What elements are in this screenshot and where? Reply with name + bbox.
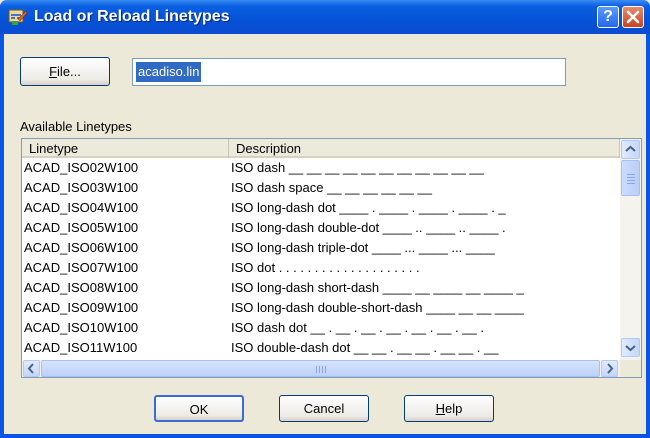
column-header-description[interactable]: Description: [229, 139, 620, 158]
list-header: Linetype Description: [22, 139, 620, 158]
list-item[interactable]: ACAD_ISO08W100 ISO long-dash short-dash _…: [22, 278, 620, 298]
list-rows: ACAD_ISO02W100 ISO dash __ __ __ __ __ __…: [22, 158, 620, 358]
chevron-left-icon: [27, 363, 34, 374]
filename-input[interactable]: acadiso.lin: [132, 58, 566, 86]
linetype-name: ACAD_ISO06W100: [24, 240, 139, 255]
close-button[interactable]: [622, 6, 644, 28]
linetype-description: ISO dash __ __ __ __ __ __ __ __ __ __ _…: [231, 160, 484, 175]
scroll-down-button[interactable]: [621, 338, 640, 357]
file-button-label: ile...: [57, 64, 81, 79]
list-item[interactable]: ACAD_ISO05W100 ISO long-dash double-dot _…: [22, 218, 620, 238]
list-item[interactable]: ACAD_ISO04W100 ISO long-dash dot ____ . _…: [22, 198, 620, 218]
vertical-scroll-thumb[interactable]: [621, 160, 640, 196]
dialog-title: Load or Reload Linetypes: [34, 8, 230, 25]
scroll-right-button[interactable]: [601, 360, 618, 377]
list-item[interactable]: ACAD_ISO07W100 ISO dot . . . . . . . . . …: [22, 258, 620, 278]
linetype-description: ISO long-dash short-dash ____ __ ____ __…: [231, 280, 524, 295]
linetype-description: ISO long-dash double-dot ____ .. ____ ..…: [231, 220, 506, 235]
linetype-name: ACAD_ISO02W100: [24, 160, 139, 175]
ok-button[interactable]: OK: [154, 395, 244, 422]
scrollbar-corner: [620, 360, 641, 377]
filename-value: acadiso.lin: [136, 62, 202, 82]
linetype-name: ACAD_ISO07W100: [24, 260, 139, 275]
dialog-window: Load or Reload Linetypes ? File... acadi…: [0, 0, 650, 438]
column-header-linetype[interactable]: Linetype: [22, 139, 229, 158]
linetype-app-icon: [8, 9, 28, 25]
linetype-description: ISO dash dot __ . __ . __ . __ . __ . __…: [231, 320, 484, 335]
list-item[interactable]: ACAD_ISO09W100 ISO long-dash double-short…: [22, 298, 620, 318]
close-icon: [626, 10, 640, 24]
linetype-name: ACAD_ISO09W100: [24, 300, 139, 315]
help-button[interactable]: Help: [404, 395, 494, 422]
horizontal-scroll-thumb[interactable]: [41, 360, 600, 377]
linetype-name: ACAD_ISO05W100: [24, 220, 139, 235]
linetype-description: ISO long-dash triple-dot ____ ... ____ .…: [231, 240, 495, 255]
help-title-button[interactable]: ?: [597, 6, 619, 28]
chevron-up-icon: [625, 145, 636, 152]
help-mnemonic: H: [435, 401, 446, 416]
title-bar[interactable]: Load or Reload Linetypes ?: [0, 0, 650, 34]
file-mnemonic: F: [49, 64, 58, 79]
linetype-description: ISO dot . . . . . . . . . . . . . . . . …: [231, 260, 420, 275]
scroll-up-button[interactable]: [621, 140, 640, 159]
linetype-description: ISO long-dash double-short-dash ____ __ …: [231, 300, 524, 315]
linetype-name: ACAD_ISO08W100: [24, 280, 139, 295]
chevron-down-icon: [625, 345, 636, 352]
file-button[interactable]: File...: [20, 57, 110, 86]
cancel-button[interactable]: Cancel: [279, 395, 369, 422]
linetype-description: ISO dash space __ __ __ __ __ __: [231, 180, 432, 195]
horizontal-scrollbar[interactable]: [22, 360, 620, 377]
linetype-name: ACAD_ISO11W100: [24, 340, 138, 355]
question-icon: ?: [603, 8, 613, 25]
list-item[interactable]: ACAD_ISO06W100 ISO long-dash triple-dot _…: [22, 238, 620, 258]
linetype-description: ISO long-dash dot ____ . ____ . ____ . _…: [231, 200, 506, 215]
linetype-name: ACAD_ISO03W100: [24, 180, 139, 195]
list-item[interactable]: ACAD_ISO11W100 ISO double-dash dot __ __ …: [22, 338, 620, 358]
vertical-scrollbar[interactable]: [620, 139, 641, 360]
list-item[interactable]: ACAD_ISO02W100 ISO dash __ __ __ __ __ __…: [22, 158, 620, 178]
help-button-label: elp: [445, 401, 463, 416]
scroll-left-button[interactable]: [23, 360, 40, 377]
dialog-body: File... acadiso.lin Available Linetypes …: [4, 34, 646, 434]
chevron-right-icon: [607, 363, 614, 374]
list-item[interactable]: ACAD_ISO10W100 ISO dash dot __ . __ . __ …: [22, 318, 620, 338]
list-item[interactable]: ACAD_ISO03W100 ISO dash space __ __ __ __…: [22, 178, 620, 198]
linetype-name: ACAD_ISO04W100: [24, 200, 139, 215]
linetype-name: ACAD_ISO10W100: [24, 320, 139, 335]
available-linetypes-label: Available Linetypes: [20, 119, 132, 134]
linetype-description: ISO double-dash dot __ __ . __ __ . __ _…: [231, 340, 499, 355]
linetype-list[interactable]: Linetype Description ACAD_ISO02W100 ISO d…: [21, 138, 642, 378]
